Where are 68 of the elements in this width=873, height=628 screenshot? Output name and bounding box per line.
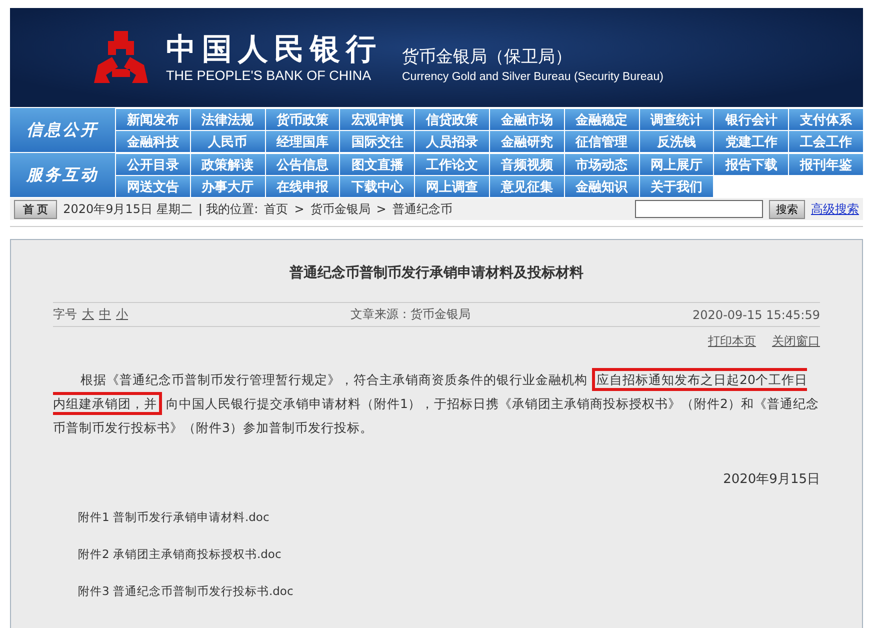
nav-group-label: 信息公开: [10, 108, 115, 152]
font-size-link[interactable]: 中: [99, 307, 111, 321]
nav-link[interactable]: 调查统计: [640, 109, 714, 130]
bank-name: 中国人民银行: [166, 32, 382, 68]
font-size-link[interactable]: 小: [116, 307, 128, 321]
font-size-label: 字号: [53, 307, 77, 321]
nav-link[interactable]: 金融科技: [116, 131, 190, 152]
nav-link[interactable]: 货币政策: [266, 109, 340, 130]
nav-link[interactable]: 金融稳定: [564, 109, 639, 130]
font-size-link[interactable]: 大: [82, 307, 94, 321]
nav-link[interactable]: 国际交往: [340, 131, 414, 152]
nav-link[interactable]: 银行会计: [714, 109, 788, 130]
nav-link[interactable]: 信贷政策: [415, 109, 489, 130]
nav-link[interactable]: 法律法规: [190, 109, 265, 130]
nav-link[interactable]: 反洗钱: [640, 131, 714, 152]
nav-link[interactable]: 金融知识: [564, 176, 639, 197]
search-field[interactable]: [635, 200, 763, 218]
attachment-link[interactable]: 附件1 普制币发行承销申请材料.doc: [78, 510, 820, 525]
nav-link[interactable]: 经理国库: [266, 131, 340, 152]
nav-link[interactable]: 市场动态: [564, 154, 639, 175]
nav-link[interactable]: 金融市场: [490, 109, 564, 130]
nav-link[interactable]: 关于我们: [640, 176, 714, 197]
nav-link[interactable]: 办事大厅: [190, 176, 265, 197]
nav-link[interactable]: 公告信息: [266, 154, 340, 175]
breadcrumb-separator: >: [294, 202, 304, 216]
article-title: 普通纪念币普制币发行承销申请材料及投标材料: [288, 264, 584, 282]
attachment-link[interactable]: 附件2 承销团主承销商投标授权书.doc: [78, 547, 820, 562]
article-datetime: 2020-09-15 15:45:59: [692, 308, 820, 322]
nav-link[interactable]: 网送文告: [116, 176, 190, 197]
breadcrumb-item[interactable]: 货币金银局: [310, 200, 370, 218]
nav-link[interactable]: 网上调查: [415, 176, 489, 197]
article-action-link[interactable]: 关闭窗口: [772, 333, 820, 350]
article-source: 文章来源：货币金银局: [350, 306, 470, 323]
article-action-link[interactable]: 打印本页: [708, 333, 756, 350]
bureau-name-english: Currency Gold and Silver Bureau (Security Bureau): [402, 70, 664, 82]
nav-link[interactable]: 报刊年鉴: [789, 154, 863, 175]
breadcrumb-item[interactable]: 首页: [264, 200, 288, 218]
nav-link[interactable]: 支付体系: [789, 109, 863, 130]
nav-link[interactable]: 新闻发布: [116, 109, 190, 130]
attachment-link[interactable]: 附件3 普通纪念币普制币发行投标书.doc: [78, 584, 820, 599]
breadcrumb-separator: >: [376, 202, 386, 216]
location-label: | 我的位置:: [198, 200, 258, 218]
nav-group-label: 服务互动: [10, 153, 115, 197]
nav-link[interactable]: 工会工作: [789, 131, 863, 152]
breadcrumb-item[interactable]: 普通纪念币: [392, 200, 452, 218]
nav-link[interactable]: 人员招录: [415, 131, 489, 152]
nav-link[interactable]: 宏观审慎: [340, 109, 414, 130]
advanced-search-link[interactable]: 高级搜索: [811, 200, 859, 218]
nav-link[interactable]: 政策解读: [190, 154, 265, 175]
search-button[interactable]: 搜索: [769, 200, 805, 218]
home-button[interactable]: 首 页: [14, 200, 58, 218]
bank-name-english: THE PEOPLE'S BANK OF CHINA: [166, 68, 372, 83]
nav-link[interactable]: 音频视频: [490, 154, 564, 175]
article-date: 2020年9月15日: [722, 471, 820, 488]
nav-link[interactable]: 工作论文: [415, 154, 489, 175]
nav-link[interactable]: 征信管理: [564, 131, 639, 152]
nav-link[interactable]: 金融研究: [490, 131, 564, 152]
date-text: 2020年9月15日 星期二: [63, 200, 192, 218]
nav-link[interactable]: 报告下载: [714, 154, 788, 175]
nav-link[interactable]: 人民币: [190, 131, 265, 152]
nav-link[interactable]: 意见征集: [490, 176, 564, 197]
nav-link[interactable]: 公开目录: [116, 154, 190, 175]
nav-link[interactable]: 网上展厅: [640, 154, 714, 175]
nav-link[interactable]: 图文直播: [340, 154, 414, 175]
bureau-name: 货币金银局（保卫局）: [402, 46, 573, 68]
nav-link[interactable]: 下载中心: [340, 176, 414, 197]
nav-link[interactable]: 党建工作: [714, 131, 788, 152]
nav-link[interactable]: 在线申报: [266, 176, 340, 197]
